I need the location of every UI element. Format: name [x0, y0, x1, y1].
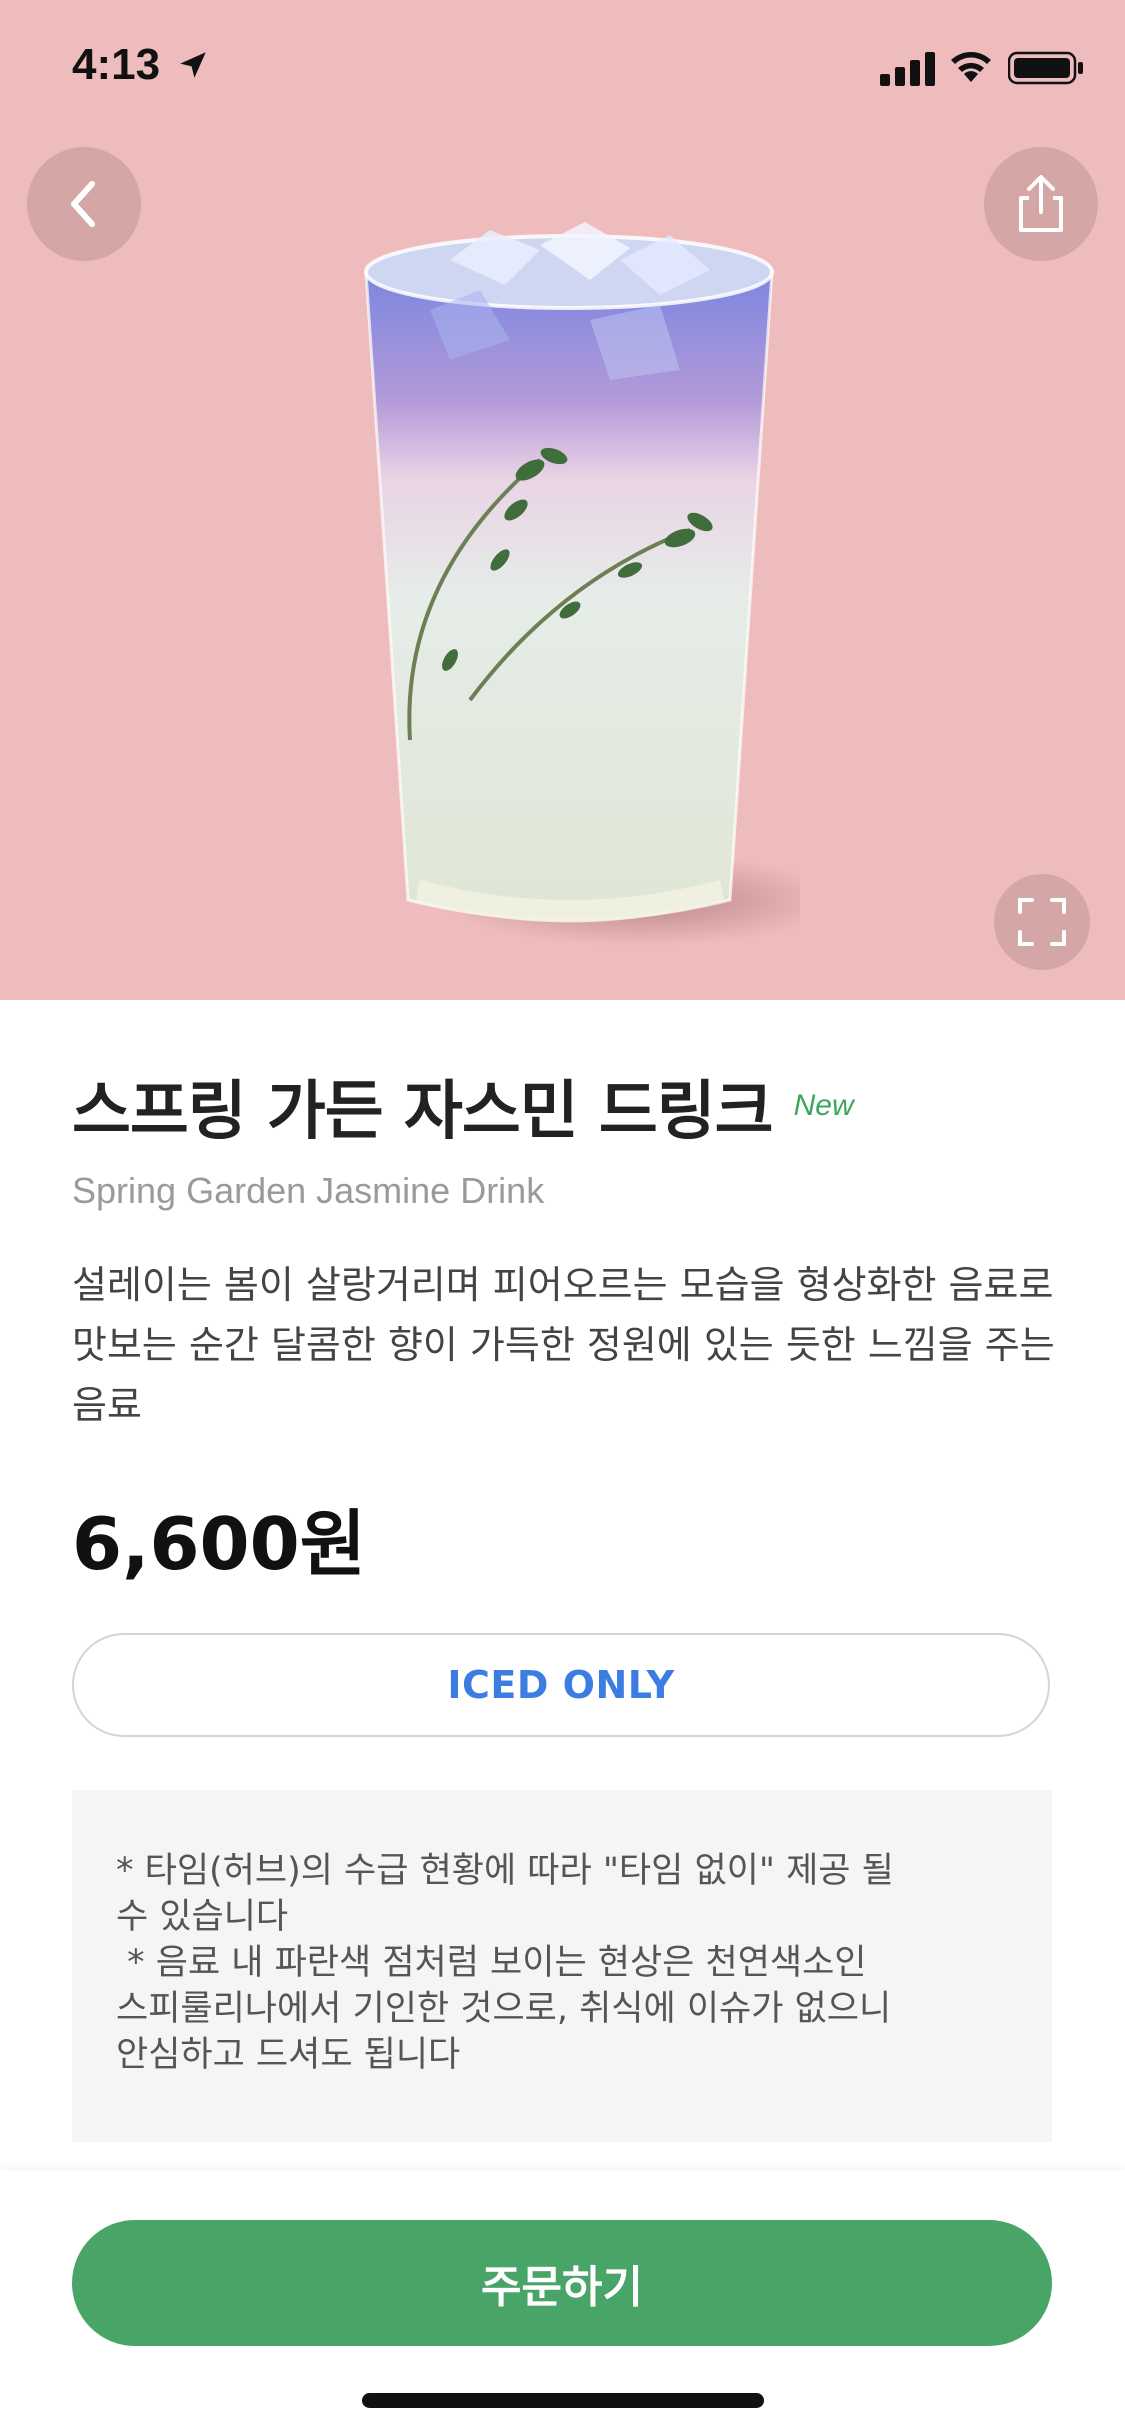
notice-line: * 음료 내 파란색 점처럼 보이는 현상은 천연색소인 — [116, 1943, 867, 1983]
location-arrow-icon — [180, 52, 206, 78]
share-button[interactable] — [984, 147, 1098, 261]
product-title: 스프링 가든 자스민 드링크 — [72, 1075, 774, 1149]
product-price: 6,600원 — [72, 1502, 366, 1586]
product-description: 설레이는 봄이 살랑거리며 피어오르는 모습을 형상화한 음료로 맛보는 순간 … — [72, 1263, 1055, 1427]
drink-image — [364, 222, 800, 946]
notice-box: * 타임(허브)의 수급 현황에 따라 "타임 없이" 제공 될 수 있습니다 … — [72, 1790, 1052, 2142]
notice-line: 스피룰리나에서 기인한 것으로, 취식에 이슈가 없으니 — [116, 1989, 892, 2029]
product-title-row: 스프링 가든 자스민 드링크 New — [72, 1060, 1072, 1160]
battery-icon — [1008, 51, 1083, 85]
status-bar: 4:13 — [0, 0, 1125, 140]
fullscreen-icon — [1018, 898, 1066, 946]
fullscreen-button[interactable] — [994, 874, 1090, 970]
order-button[interactable]: 주문하기 — [72, 2220, 1052, 2346]
product-subtitle: Spring Garden Jasmine Drink — [72, 1170, 545, 1211]
signal-icon — [880, 52, 935, 86]
chevron-left-icon — [71, 181, 95, 227]
status-time: 4:13 — [72, 40, 161, 89]
notice-line: 수 있습니다 — [116, 1897, 289, 1937]
product-hero: 4:13 — [0, 0, 1125, 1000]
temperature-option: ICED ONLY — [72, 1633, 1050, 1737]
notice-line: * 타임(허브)의 수급 현황에 따라 "타임 없이" 제공 될 — [116, 1851, 894, 1891]
back-button[interactable] — [27, 147, 141, 261]
new-badge: New — [793, 1089, 854, 1122]
home-indicator[interactable] — [362, 2393, 764, 2408]
notice-line: 안심하고 드셔도 됩니다 — [116, 2035, 461, 2075]
wifi-icon — [951, 52, 991, 82]
share-icon — [1019, 175, 1063, 232]
